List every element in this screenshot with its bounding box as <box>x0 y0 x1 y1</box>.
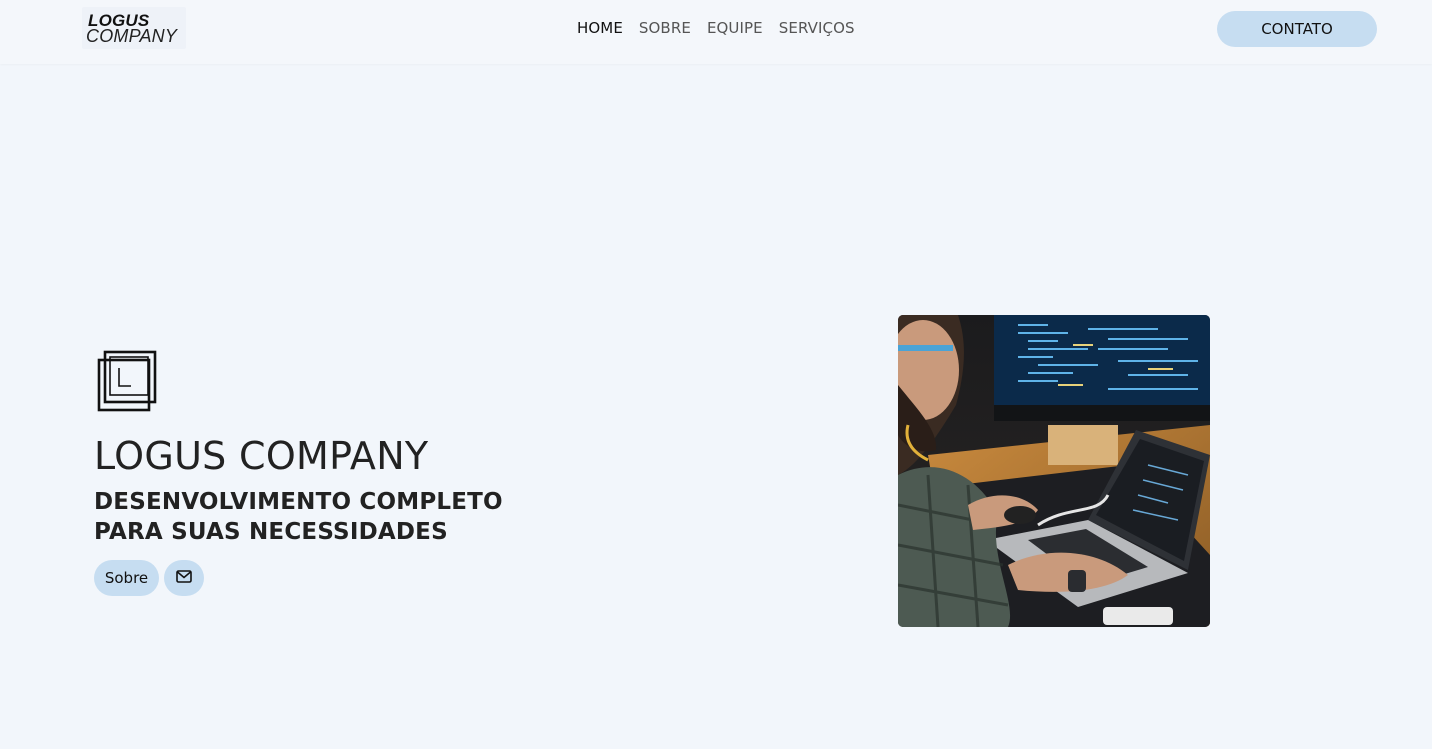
navbar: LOGUS COMPANY HOME SOBRE EQUIPE SERVIÇOS… <box>0 0 1432 64</box>
nav-link-home[interactable]: HOME <box>577 19 623 37</box>
main-nav: HOME SOBRE EQUIPE SERVIÇOS <box>577 19 855 37</box>
hero-image-programmer <box>898 315 1210 627</box>
hero-title: LOGUS COMPANY <box>94 434 429 478</box>
envelope-icon <box>176 569 192 587</box>
contact-button[interactable]: CONTATO <box>1217 11 1377 47</box>
brand-logo-line2: COMPANY <box>86 26 178 46</box>
overlapping-squares-logo-icon <box>97 350 159 412</box>
nav-link-sobre[interactable]: SOBRE <box>639 19 691 37</box>
nav-link-servicos[interactable]: SERVIÇOS <box>779 19 855 37</box>
sobre-button[interactable]: Sobre <box>94 560 159 596</box>
nav-link-equipe[interactable]: EQUIPE <box>707 19 763 37</box>
brand-logo[interactable]: LOGUS COMPANY <box>82 7 186 49</box>
hero-buttons: Sobre <box>94 560 204 596</box>
hero-subtitle: DESENVOLVIMENTO COMPLETO PARA SUAS NECES… <box>94 489 503 545</box>
email-button[interactable] <box>164 560 204 596</box>
